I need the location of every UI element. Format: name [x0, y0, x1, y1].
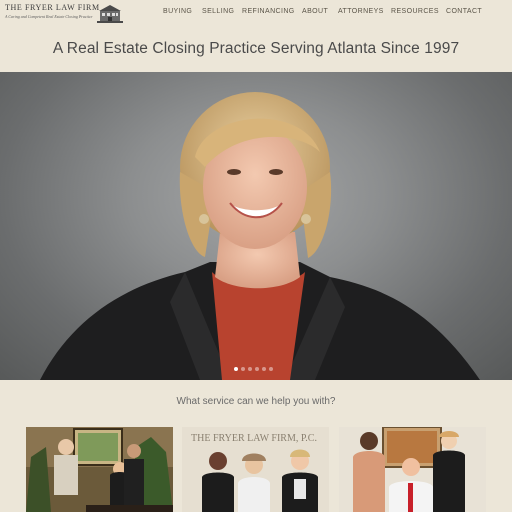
service-card-buying[interactable]	[26, 427, 173, 512]
slider-dot[interactable]	[248, 367, 252, 371]
service-card-selling[interactable]: THE FRYER LAW FIRM, P.C.	[182, 427, 329, 512]
service-card-refinancing[interactable]	[339, 427, 486, 512]
slider-dot[interactable]	[255, 367, 259, 371]
site-logo[interactable]: THE FRYER LAW FIRM A Caring and Competen…	[5, 3, 123, 23]
page-tagline: A Real Estate Closing Practice Serving A…	[52, 40, 460, 57]
house-icon	[97, 5, 123, 23]
hero-slider[interactable]	[0, 72, 512, 380]
service-photo	[339, 427, 486, 512]
nav-refinancing[interactable]: REFINANCING	[242, 8, 295, 15]
slider-dot[interactable]	[241, 367, 245, 371]
site-header: THE FRYER LAW FIRM A Caring and Competen…	[0, 0, 512, 26]
hero-photo	[40, 92, 480, 380]
nav-selling[interactable]: SELLING	[202, 8, 234, 15]
nav-buying[interactable]: BUYING	[163, 8, 192, 15]
nav-resources[interactable]: RESOURCES	[391, 8, 439, 15]
nav-contact[interactable]: CONTACT	[446, 8, 482, 15]
logo-tagline: A Caring and Competent Real Estate Closi…	[5, 14, 93, 19]
office-sign: THE FRYER LAW FIRM, P.C.	[191, 433, 317, 444]
slider-dot[interactable]	[234, 367, 238, 371]
service-photo: THE FRYER LAW FIRM, P.C.	[182, 427, 329, 512]
slider-dot[interactable]	[269, 367, 273, 371]
service-photo	[26, 427, 173, 512]
slider-dot[interactable]	[262, 367, 266, 371]
logo-name: THE FRYER LAW FIRM	[5, 3, 100, 12]
nav-about[interactable]: ABOUT	[302, 8, 328, 15]
slider-dots	[234, 367, 273, 373]
nav-attorneys[interactable]: ATTORNEYS	[338, 8, 384, 15]
services-question: What service can we help you with?	[176, 396, 336, 407]
